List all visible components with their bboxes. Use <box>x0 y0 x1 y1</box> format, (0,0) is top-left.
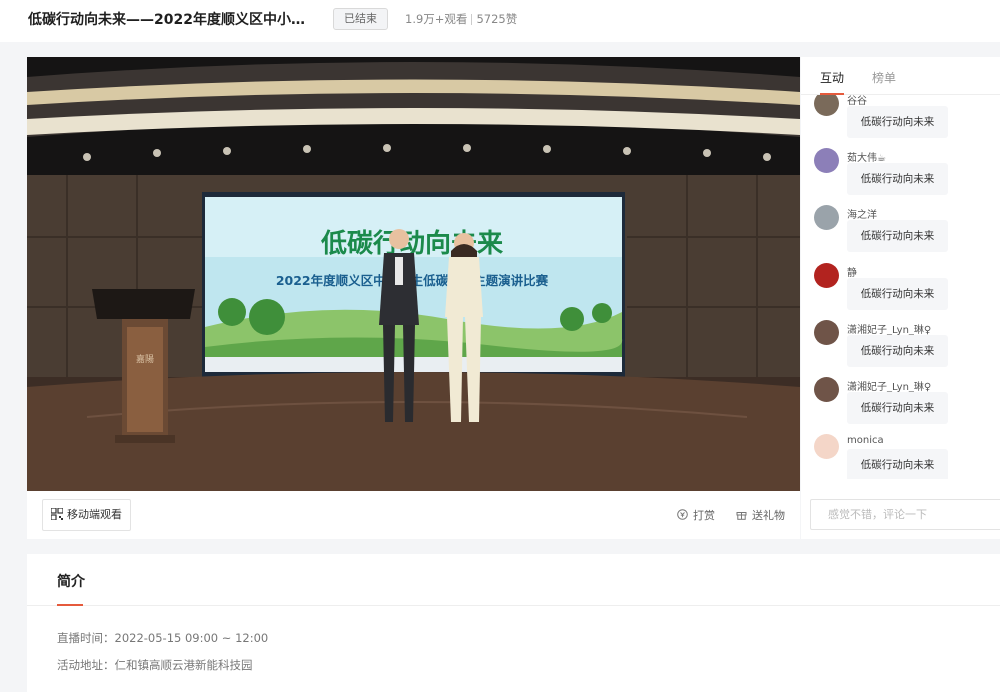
mobile-watch-button[interactable]: 移动端观看 <box>42 499 131 531</box>
chat-bubble: 低碳行动向未来 <box>847 106 948 138</box>
chat-bubble: 低碳行动向未来 <box>847 391 948 424</box>
like-count: 5725赞 <box>476 12 518 26</box>
chat-username[interactable]: 茹大伟☕ <box>847 149 886 164</box>
tab-interaction[interactable]: 互动 <box>820 69 845 95</box>
video-player: 低碳行动向未来 2022年度顺义区中小学生低碳环保主题演讲比赛 嘉陽 <box>27 57 800 539</box>
chat-message: 静低碳行动向未来 <box>801 261 1000 318</box>
chat-username[interactable]: 海之洋 <box>847 206 877 221</box>
chat-username[interactable]: monica <box>847 435 884 446</box>
stage-scene: 低碳行动向未来 2022年度顺义区中小学生低碳环保主题演讲比赛 嘉陽 <box>27 57 800 491</box>
mobile-watch-label: 移动端观看 <box>67 508 122 521</box>
view-count: 1.9万+观看 <box>405 12 468 26</box>
chat-list[interactable]: 谷谷 低碳行动向未来 茹大伟☕ 低碳行动向未来 海之洋 低碳行动向未来静低碳行动向未来 潇湘… <box>801 95 1000 479</box>
gift-button[interactable]: 送礼物 <box>736 507 785 523</box>
chat-bubble: 低碳行动向未来 <box>847 449 948 479</box>
chat-bubble: 低碳行动向未来 <box>847 220 948 253</box>
chat-username[interactable]: 潇湘妃子_Lyn_琳♀ <box>847 378 931 393</box>
chat-message: 海之洋 低碳行动向未来 <box>801 203 1000 260</box>
chat-message: monica 低碳行动向未来 <box>801 432 1000 479</box>
tip-button[interactable]: 打赏 <box>677 507 715 523</box>
top-bar: 低碳行动向未来——2022年度顺义区中小学生... 已结束 1.9万+观看 572… <box>0 0 1000 42</box>
intro-title: 简介 <box>57 574 85 590</box>
podium-logo-text: 嘉陽 <box>136 353 154 365</box>
player-footer: 移动端观看 打赏 送礼物 <box>27 491 800 539</box>
comment-input[interactable]: 感觉不错，评论一下 <box>810 499 1000 530</box>
intro-section: 简介 直播时间：2022-05-15 09:00 ~ 12:00 活动地址：仁和… <box>27 554 1000 692</box>
chat-bubble: 低碳行动向未来 <box>847 277 948 310</box>
event-address: 活动地址：仁和镇高顺云港新能科技园 <box>57 658 253 672</box>
avatar[interactable] <box>814 319 839 345</box>
chat-bubble: 低碳行动向未来 <box>847 163 948 196</box>
tip-label: 打赏 <box>693 509 715 522</box>
gift-icon <box>736 512 747 520</box>
stats: 1.9万+观看 5725赞 <box>405 11 517 27</box>
tab-ranking[interactable]: 榜单 <box>872 69 896 86</box>
divider <box>471 14 473 25</box>
gift-label: 送礼物 <box>752 509 785 522</box>
chat-message: 潇湘妃子_Lyn_琳♀ 低碳行动向未来 <box>801 318 1000 375</box>
chat-username[interactable]: 潇湘妃子_Lyn_琳♀ <box>847 321 931 336</box>
avatar[interactable] <box>814 262 839 288</box>
page-title: 低碳行动向未来——2022年度顺义区中小学生... <box>28 12 318 28</box>
broadcast-time: 直播时间：2022-05-15 09:00 ~ 12:00 <box>57 631 269 645</box>
coin-icon <box>677 509 688 520</box>
avatar[interactable] <box>814 434 839 460</box>
intro-title-underline <box>57 604 83 606</box>
avatar[interactable] <box>814 205 839 231</box>
video-frame[interactable]: 低碳行动向未来 2022年度顺义区中小学生低碳环保主题演讲比赛 嘉陽 <box>27 57 800 491</box>
chat-message: 潇湘妃子_Lyn_琳♀ 低碳行动向未来 <box>801 375 1000 432</box>
panel-tabs: 互动 榜单 <box>801 57 1000 95</box>
avatar[interactable] <box>814 95 839 116</box>
chat-bubble: 低碳行动向未来 <box>847 334 948 367</box>
status-badge: 已结束 <box>333 8 388 30</box>
qr-code-icon <box>51 508 63 520</box>
chat-username[interactable]: 静 <box>847 264 857 279</box>
interaction-panel: 互动 榜单 谷谷 低碳行动向未来 茹大伟☕ 低碳行动向未来 海之洋 低碳行动向未来静低碳行… <box>801 57 1000 539</box>
chat-message: 谷谷 低碳行动向未来 <box>801 95 1000 146</box>
avatar[interactable] <box>814 148 839 174</box>
avatar[interactable] <box>814 376 839 402</box>
intro-header: 简介 <box>27 554 1000 606</box>
chat-message: 茹大伟☕ 低碳行动向未来 <box>801 146 1000 203</box>
